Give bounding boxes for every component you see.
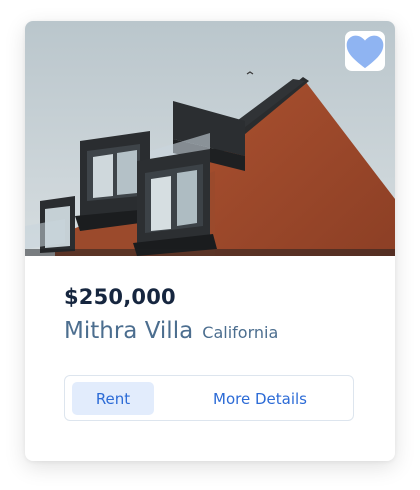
rent-button[interactable]: Rent: [72, 382, 154, 415]
listing-price: $250,000: [64, 285, 176, 309]
listing-title: Mithra Villa California: [64, 318, 278, 344]
property-photo: [25, 21, 395, 256]
action-group: Rent More Details: [64, 375, 354, 421]
heart-icon: [346, 35, 384, 68]
property-name: Mithra Villa: [64, 318, 194, 344]
building-illustration: [25, 21, 395, 256]
favorite-button[interactable]: [345, 31, 385, 71]
property-location: California: [202, 323, 279, 342]
property-card: $250,000 Mithra Villa California Rent Mo…: [25, 21, 395, 461]
more-details-button[interactable]: More Details: [165, 382, 355, 415]
